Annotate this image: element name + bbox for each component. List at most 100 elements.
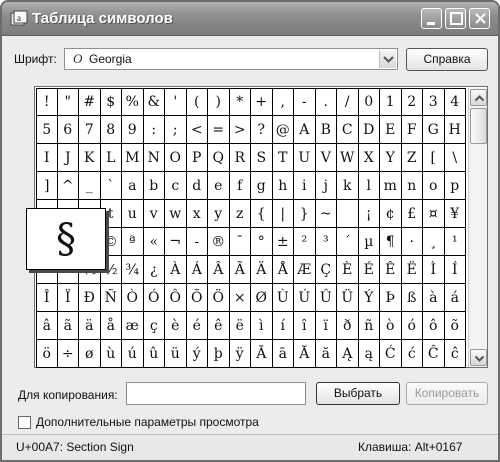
char-cell[interactable] — [337, 200, 359, 228]
char-cell[interactable]: P — [186, 144, 208, 172]
char-cell[interactable]: R — [229, 144, 251, 172]
char-cell[interactable]: X — [358, 144, 380, 172]
char-cell[interactable]: D — [358, 116, 380, 144]
char-cell[interactable]: y — [208, 200, 230, 228]
char-cell[interactable]: + — [251, 88, 273, 116]
char-cell[interactable]: S — [251, 144, 273, 172]
char-cell[interactable]: ` — [100, 172, 122, 200]
char-cell[interactable]: É — [358, 256, 380, 284]
char-cell[interactable]: Ä — [251, 256, 273, 284]
char-cell[interactable]: i — [294, 172, 316, 200]
vertical-scrollbar[interactable] — [468, 88, 487, 367]
char-cell[interactable]: } — [294, 200, 316, 228]
char-cell[interactable]: a — [122, 172, 144, 200]
char-cell[interactable]: â — [36, 312, 58, 340]
char-cell[interactable]: 4 — [444, 88, 466, 116]
char-cell[interactable]: M — [122, 144, 144, 172]
char-cell[interactable]: m — [380, 172, 402, 200]
char-cell[interactable]: ý — [186, 340, 208, 368]
char-cell[interactable]: ü — [165, 340, 187, 368]
char-cell[interactable]: ¯ — [229, 228, 251, 256]
char-cell[interactable]: N — [143, 144, 165, 172]
char-cell[interactable]: Ï — [57, 284, 79, 312]
char-cell[interactable]: ì — [251, 312, 273, 340]
char-cell[interactable]: : — [143, 116, 165, 144]
char-cell[interactable]: Ê — [380, 256, 402, 284]
char-cell[interactable]: f — [229, 172, 251, 200]
char-cell[interactable]: È — [337, 256, 359, 284]
char-cell[interactable]: K — [79, 144, 101, 172]
char-cell[interactable]: ÿ — [229, 340, 251, 368]
char-cell[interactable]: L — [100, 144, 122, 172]
char-cell[interactable]: ¢ — [380, 200, 402, 228]
advanced-view-label[interactable]: Дополнительные параметры просмотра — [36, 415, 259, 429]
char-cell[interactable]: À — [165, 256, 187, 284]
char-cell[interactable]: ë — [229, 312, 251, 340]
char-cell[interactable]: O — [165, 144, 187, 172]
char-cell[interactable]: # — [79, 88, 101, 116]
char-cell[interactable]: ( — [186, 88, 208, 116]
char-cell[interactable]: û — [143, 340, 165, 368]
char-cell[interactable]: Ã — [229, 256, 251, 284]
close-button[interactable] — [469, 8, 490, 29]
char-cell[interactable]: ¡ — [358, 200, 380, 228]
char-cell[interactable]: n — [401, 172, 423, 200]
char-cell[interactable]: Ç — [315, 256, 337, 284]
char-cell[interactable]: Å — [272, 256, 294, 284]
char-cell[interactable]: ¿ — [143, 256, 165, 284]
char-cell[interactable]: Û — [315, 284, 337, 312]
char-cell[interactable]: ù — [100, 340, 122, 368]
char-cell[interactable]: æ — [122, 312, 144, 340]
char-cell[interactable]: 0 — [358, 88, 380, 116]
char-cell[interactable]: Y — [380, 144, 402, 172]
char-cell[interactable]: Ą — [337, 340, 359, 368]
char-cell[interactable]: - — [186, 228, 208, 256]
char-cell[interactable]: p — [444, 172, 466, 200]
char-cell[interactable]: ¶ — [380, 228, 402, 256]
scroll-up-button[interactable] — [470, 89, 487, 106]
char-cell[interactable]: þ — [208, 340, 230, 368]
char-cell[interactable]: Ā — [251, 340, 273, 368]
char-cell[interactable]: ă — [315, 340, 337, 368]
char-cell[interactable]: é — [186, 312, 208, 340]
char-cell[interactable]: Ă — [294, 340, 316, 368]
char-cell[interactable]: h — [272, 172, 294, 200]
char-cell[interactable]: Ù — [272, 284, 294, 312]
char-cell[interactable]: Ü — [337, 284, 359, 312]
char-cell[interactable]: % — [122, 88, 144, 116]
char-cell[interactable]: Ì — [423, 256, 445, 284]
char-cell[interactable]: & — [143, 88, 165, 116]
char-cell[interactable]: ß — [401, 284, 423, 312]
char-cell[interactable]: ò — [380, 312, 402, 340]
char-cell[interactable]: Í — [444, 256, 466, 284]
char-cell[interactable]: ć — [401, 340, 423, 368]
char-cell[interactable]: Ñ — [100, 284, 122, 312]
scroll-thumb[interactable] — [470, 108, 487, 144]
char-cell[interactable]: F — [401, 116, 423, 144]
maximize-button[interactable] — [445, 8, 466, 29]
char-cell[interactable]: / — [337, 88, 359, 116]
char-cell[interactable]: à — [423, 284, 445, 312]
char-cell[interactable]: 2 — [401, 88, 423, 116]
char-cell[interactable]: 3 — [423, 88, 445, 116]
char-cell[interactable]: u — [122, 200, 144, 228]
char-cell[interactable]: z — [229, 200, 251, 228]
char-cell[interactable]: 8 — [100, 116, 122, 144]
char-cell[interactable]: 1 — [380, 88, 402, 116]
char-cell[interactable]: ! — [36, 88, 58, 116]
char-cell[interactable]: Ø — [251, 284, 273, 312]
scroll-down-button[interactable] — [470, 349, 487, 366]
char-cell[interactable]: ï — [315, 312, 337, 340]
char-cell[interactable]: ø — [79, 340, 101, 368]
char-cell[interactable]: ? — [251, 116, 273, 144]
char-cell[interactable]: _ — [79, 172, 101, 200]
char-cell[interactable]: Þ — [380, 284, 402, 312]
help-button[interactable]: Справка — [406, 48, 488, 71]
char-cell[interactable]: Â — [208, 256, 230, 284]
char-cell[interactable]: ā — [272, 340, 294, 368]
char-cell[interactable]: ê — [208, 312, 230, 340]
char-cell[interactable]: ¥ — [444, 200, 466, 228]
char-cell[interactable]: H — [444, 116, 466, 144]
char-cell[interactable]: ¾ — [122, 256, 144, 284]
char-cell[interactable]: V — [315, 144, 337, 172]
